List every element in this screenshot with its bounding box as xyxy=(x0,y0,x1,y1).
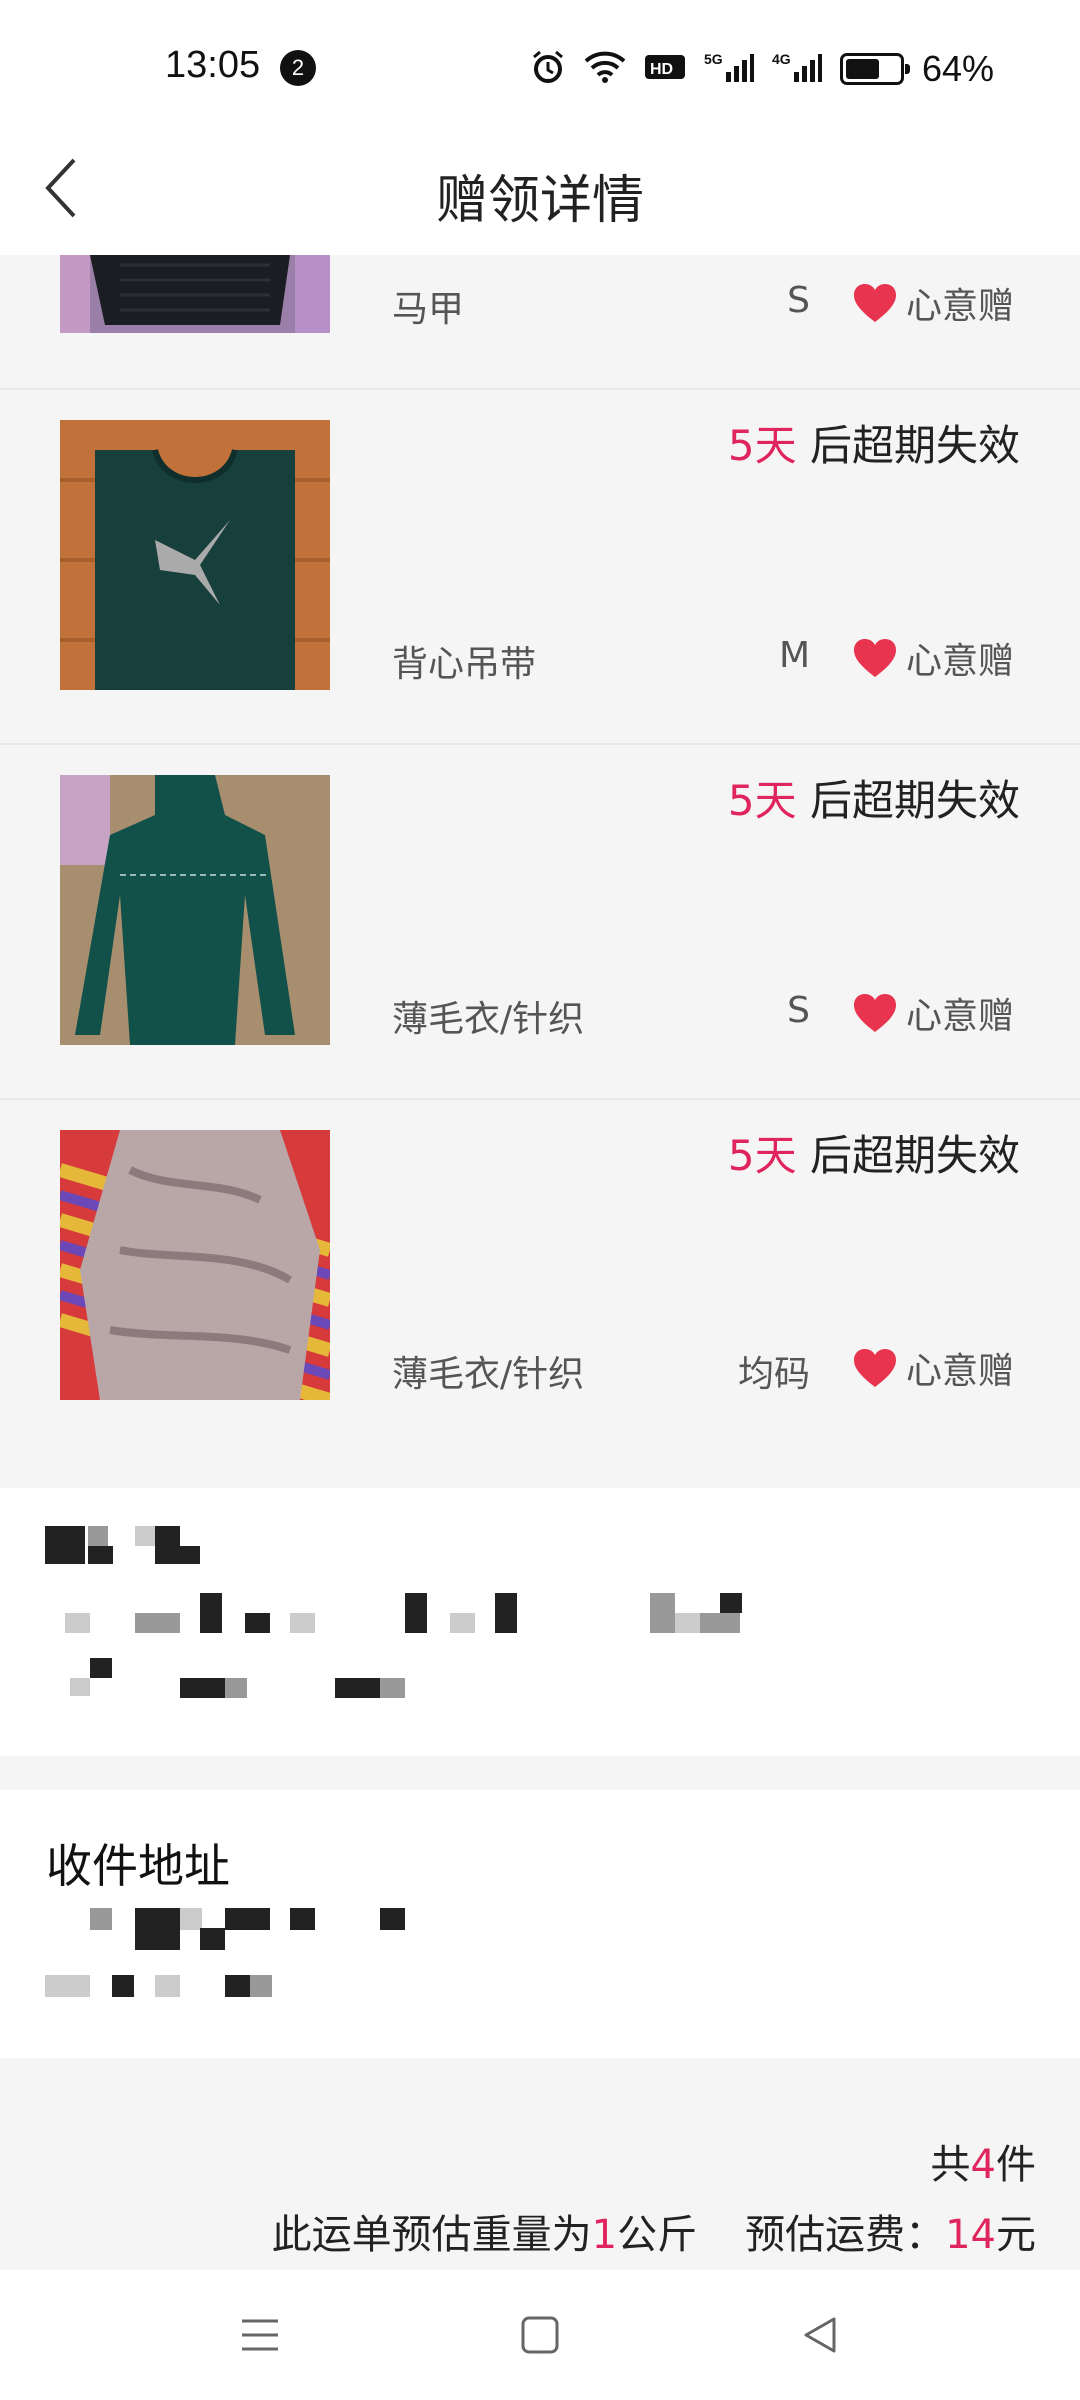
item-size: S xyxy=(787,280,810,321)
item-name: 薄毛衣/针织 xyxy=(392,1354,585,1395)
app-header: 赠领详情 xyxy=(0,130,1080,255)
status-icons: HD 5G 4G 64% xyxy=(530,48,994,90)
shipping-address[interactable]: 收件地址 xyxy=(0,1790,1080,2058)
total-count: 共4件 xyxy=(931,2132,1036,2190)
gift-type-label: 心意赠 xyxy=(905,1351,1014,1392)
back-triangle-icon xyxy=(804,2317,836,2353)
item-photo xyxy=(60,420,330,690)
notification-badge: 2 xyxy=(280,50,316,86)
item-name: 背心吊带 xyxy=(392,644,537,685)
item-size: 均码 xyxy=(737,1354,810,1395)
item-gift-type: 心意赠 xyxy=(852,1342,1014,1394)
gift-item[interactable]: 5天 后超期失效 薄毛衣/针织 S 心意赠 xyxy=(0,745,1080,1100)
4g-signal-icon: 4G xyxy=(772,50,822,88)
gift-item[interactable]: 5天 后超期失效 薄毛衣/针织 均码 心意赠 xyxy=(0,1100,1080,1475)
svg-text:HD: HD xyxy=(650,61,673,78)
total-prefix: 共 xyxy=(930,2142,971,2188)
expiry-suffix: 后超期失效 xyxy=(796,1131,1020,1180)
item-name: 薄毛衣/针织 xyxy=(392,999,585,1040)
total-number: 4 xyxy=(970,2142,996,2188)
expiry-suffix: 后超期失效 xyxy=(796,421,1020,470)
expiry-days: 5天 xyxy=(727,1131,797,1180)
expiry-notice: 5天 后超期失效 xyxy=(728,412,1020,473)
heart-icon xyxy=(853,284,896,322)
fee-label: 预估运费： xyxy=(745,2212,946,2258)
gift-type-label: 心意赠 xyxy=(905,641,1014,682)
heart-icon xyxy=(853,994,896,1032)
item-name: 马甲 xyxy=(392,289,465,330)
gift-type-label: 心意赠 xyxy=(905,996,1014,1037)
5g-signal-icon: 5G xyxy=(704,50,754,88)
back-nav-button[interactable] xyxy=(780,2295,860,2375)
hd-icon: HD xyxy=(644,52,686,86)
fee-unit: 元 xyxy=(996,2212,1036,2258)
home-button[interactable] xyxy=(500,2295,580,2375)
item-gift-type: 心意赠 xyxy=(852,277,1014,329)
home-square-icon xyxy=(521,2316,559,2354)
heart-icon xyxy=(853,639,896,677)
total-suffix: 件 xyxy=(996,2142,1036,2188)
item-photo xyxy=(60,255,330,333)
recipient-info xyxy=(0,1488,1080,1756)
item-size: S xyxy=(787,990,810,1031)
shipping-estimate: 此运单预估重量为1公斤 预估运费：14元 xyxy=(272,2202,1036,2260)
item-gift-type: 心意赠 xyxy=(852,632,1014,684)
expiry-notice: 5天 后超期失效 xyxy=(728,767,1020,828)
menu-icon xyxy=(242,2319,278,2351)
wifi-icon xyxy=(584,50,626,88)
item-size: M xyxy=(778,635,810,676)
menu-button[interactable] xyxy=(220,2295,300,2375)
page-title: 赠领详情 xyxy=(435,171,644,231)
weight-label: 此运单预估重量为 xyxy=(271,2212,592,2258)
address-title: 收件地址 xyxy=(46,1839,230,1893)
expiry-notice: 5天 后超期失效 xyxy=(728,1122,1020,1183)
battery-icon xyxy=(839,53,910,85)
status-time: 13:05 xyxy=(165,44,261,86)
fee-value: 14 xyxy=(945,2212,996,2258)
weight-value: 1 xyxy=(591,2212,618,2258)
weight-unit: 公斤 xyxy=(617,2212,698,2258)
system-nav-bar xyxy=(0,2270,1080,2400)
expiry-days: 5天 xyxy=(727,421,797,470)
status-bar: 13:05 2 HD 5G 4G 64% xyxy=(0,0,1080,130)
expiry-days: 5天 xyxy=(727,776,797,825)
gift-type-label: 心意赠 xyxy=(905,286,1014,327)
item-photo xyxy=(60,775,330,1045)
svg-text:5G: 5G xyxy=(704,51,723,67)
gift-item[interactable]: 马甲 S 心意赠 xyxy=(0,255,1080,390)
heart-icon xyxy=(853,1349,896,1387)
battery-percent: 64% xyxy=(921,48,994,89)
order-summary: 共4件 此运单预估重量为1公斤 预估运费：14元 xyxy=(0,2060,1080,2270)
gift-item[interactable]: 5天 后超期失效 背心吊带 M 心意赠 xyxy=(0,390,1080,745)
item-gift-type: 心意赠 xyxy=(852,987,1014,1039)
svg-text:4G: 4G xyxy=(772,51,791,67)
expiry-suffix: 后超期失效 xyxy=(796,776,1020,825)
alarm-icon xyxy=(530,49,566,89)
item-photo xyxy=(60,1130,330,1400)
